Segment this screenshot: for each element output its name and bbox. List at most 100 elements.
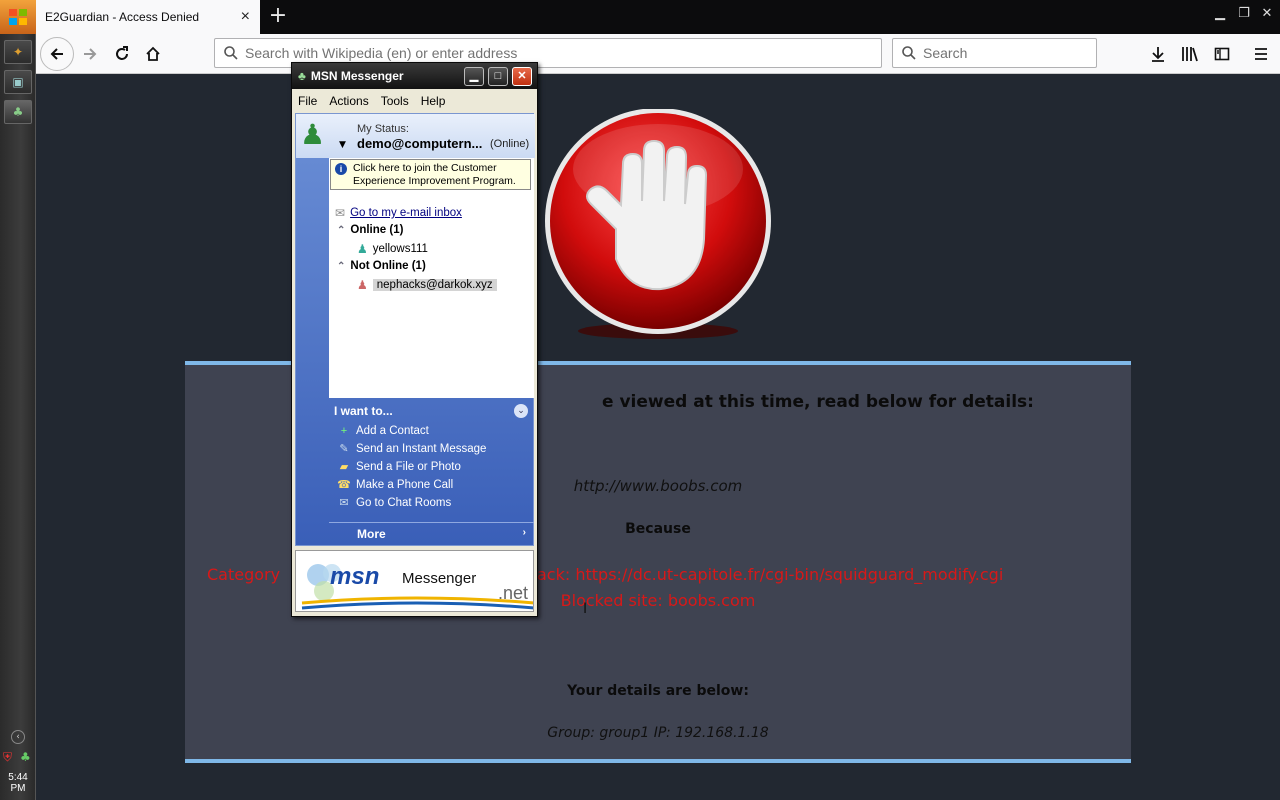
taskbar: ✦ ▣ ♣ ‹ ⛨ ♣ 5:44 PM (0, 0, 36, 800)
details-label: Your details are below: (567, 683, 749, 699)
stop-hand-icon (545, 109, 771, 339)
more-button[interactable]: More › (329, 522, 534, 541)
restore-icon[interactable]: ❐ (1235, 5, 1253, 23)
msn-buddy-icon: ♣ (298, 69, 306, 83)
forward-arrow-icon (84, 48, 97, 60)
tab-active[interactable]: E2Guardian - Access Denied × (36, 0, 260, 34)
phone-icon: ☎ (337, 479, 351, 491)
msn-net: .net (498, 583, 529, 603)
computer-icon: ▣ (12, 75, 24, 89)
text-cursor-icon: I (583, 601, 588, 617)
status-dropdown-icon[interactable]: ▼ (339, 140, 346, 150)
chat-bubble-icon: ✉ (339, 497, 349, 509)
user-avatar-icon: ♟ (300, 118, 326, 151)
inbox-link-label: Go to my e-mail inbox (350, 207, 462, 219)
tray-expand-icon[interactable]: ‹ (11, 730, 25, 744)
search-icon (902, 46, 916, 60)
group-online-label: Online (1) (350, 224, 404, 236)
group-offline-label: Not Online (1) (350, 260, 426, 272)
action-phone-call[interactable]: ☎ Make a Phone Call (337, 479, 453, 491)
reload-button[interactable] (106, 38, 138, 70)
reload-icon (116, 46, 128, 60)
inbox-link[interactable]: ✉ Go to my e-mail inbox (335, 206, 462, 220)
downloads-button[interactable] (1142, 38, 1174, 70)
start-button[interactable] (0, 0, 36, 34)
action-chat-rooms[interactable]: ✉ Go to Chat Rooms (337, 497, 451, 509)
report-link[interactable]: ack: https://dc.ut-capitole.fr/cgi-bin/s… (537, 565, 1003, 584)
action-send-file-label: Send a File or Photo (356, 461, 461, 473)
contact-online-icon: ♟ (357, 242, 368, 256)
msn-product: Messenger (402, 570, 477, 587)
tab-title: E2Guardian - Access Denied (45, 10, 200, 24)
action-add-contact[interactable]: + Add a Contact (337, 425, 429, 437)
back-button[interactable] (40, 37, 74, 71)
msn-window-title: MSN Messenger (310, 69, 404, 83)
library-button[interactable] (1174, 38, 1206, 70)
collapse-chevron-icon[interactable]: ⌄ (514, 404, 528, 418)
forward-button[interactable] (74, 38, 106, 70)
contact-online-name: yellows111 (372, 243, 428, 255)
address-bar-placeholder: Search with Wikipedia (en) or enter addr… (245, 45, 518, 61)
contact-offline[interactable]: ♟ nephacks@darkok.xyz (357, 278, 497, 292)
add-contact-icon: + (340, 425, 348, 437)
menu-tools[interactable]: Tools (375, 94, 415, 108)
status-state: (Online) (490, 138, 530, 150)
taskbar-clock[interactable]: 5:44 PM (0, 772, 36, 794)
msn-messenger-banner[interactable]: msn Messenger .net (295, 550, 534, 612)
envelope-icon: ✉ (335, 206, 346, 220)
msn-tray-icon[interactable]: ♣ (20, 750, 31, 764)
shield-tray-icon[interactable]: ⛨ (3, 750, 12, 765)
contact-online[interactable]: ♟ yellows111 (357, 242, 428, 256)
action-send-im-label: Send an Instant Message (356, 443, 487, 455)
search-icon (224, 46, 238, 60)
group-offline[interactable]: ⌃ Not Online (1) (337, 260, 426, 272)
contact-offline-icon: ♟ (357, 278, 368, 292)
action-chat-rooms-label: Go to Chat Rooms (356, 497, 452, 509)
taskbar-item-firefox[interactable]: ✦ (4, 40, 32, 64)
sidebar-button[interactable] (1206, 38, 1238, 70)
action-phone-call-label: Make a Phone Call (356, 479, 454, 491)
folder-icon: ▰ (339, 461, 349, 473)
status-label: My Status: (357, 123, 409, 135)
menu-file[interactable]: File (292, 94, 323, 108)
minimize-icon[interactable]: ▁ (1211, 5, 1229, 23)
msn-minimize-button[interactable]: ▁ (464, 67, 484, 86)
home-icon (146, 46, 160, 61)
more-label: More (357, 527, 386, 541)
tab-close-icon[interactable]: × (241, 8, 250, 26)
msn-menubar: File Actions Tools Help (292, 90, 537, 112)
action-send-im[interactable]: ✎ Send an Instant Message (337, 443, 486, 455)
menu-help[interactable]: Help (415, 94, 452, 108)
ceip-tip-text: Click here to join the Customer Experien… (353, 162, 516, 187)
my-status-header[interactable]: ♟ ▼ My Status: demo@computern... (Online… (296, 114, 535, 158)
search-placeholder: Search (923, 45, 968, 61)
hamburger-menu-icon (1255, 48, 1267, 60)
collapse-icon: ⌃ (337, 260, 346, 272)
tab-strip: E2Guardian - Access Denied × + ▁ ❐ ✕ (36, 0, 1280, 34)
status-name: demo@computern... (357, 136, 483, 151)
msn-main-pane: ✉ Go to my e-mail inbox ⌃ Online (1) ♟ y… (295, 113, 535, 546)
new-tab-button[interactable]: + (266, 5, 290, 29)
taskbar-item-msn[interactable]: ♣ (4, 100, 32, 124)
i-want-to-panel: I want to... ⌄ + Add a Contact ✎ Send an… (329, 400, 534, 546)
windows-logo-icon (9, 9, 27, 25)
search-input[interactable]: Search (892, 38, 1097, 68)
app-icon: ✦ (12, 45, 24, 59)
msn-title-bar[interactable]: ♣ MSN Messenger ▁ □ ✕ (292, 63, 537, 89)
group-online[interactable]: ⌃ Online (1) (337, 224, 403, 236)
navigation-toolbar: Search with Wikipedia (en) or enter addr… (36, 34, 1280, 74)
action-send-file[interactable]: ▰ Send a File or Photo (337, 461, 461, 473)
chevron-right-icon: › (522, 527, 526, 538)
msn-close-button[interactable]: ✕ (512, 67, 532, 86)
menu-actions[interactable]: Actions (323, 94, 374, 108)
menu-button[interactable] (1245, 38, 1277, 70)
ceip-tip[interactable]: i Click here to join the Customer Experi… (330, 159, 531, 190)
action-add-contact-label: Add a Contact (356, 425, 429, 437)
taskbar-item-computer[interactable]: ▣ (4, 70, 32, 94)
contact-offline-name: nephacks@darkok.xyz (372, 279, 497, 291)
close-icon[interactable]: ✕ (1258, 5, 1276, 23)
home-button[interactable] (137, 38, 169, 70)
msn-messenger-window: ♣ MSN Messenger ▁ □ ✕ File Actions Tools… (291, 62, 538, 617)
msn-maximize-button[interactable]: □ (488, 67, 508, 86)
category-label: Category (207, 565, 281, 584)
